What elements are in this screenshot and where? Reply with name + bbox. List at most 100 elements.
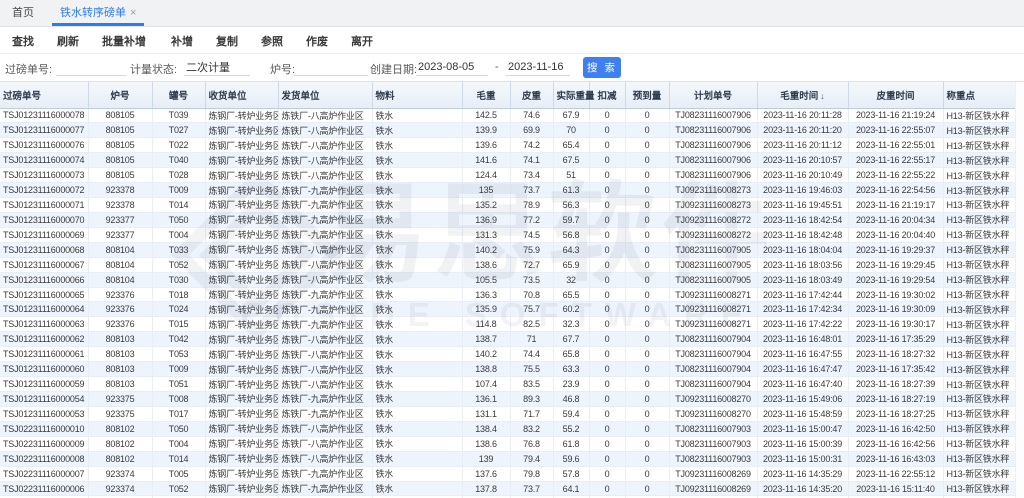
- table-row[interactable]: TSJ02231116000006923374T052炼钢厂-转炉业务区炼铁厂-…: [0, 481, 1016, 496]
- table-row[interactable]: TSJ01231116000054923375T008炼钢厂-转炉业务区炼铁厂-…: [0, 392, 1016, 407]
- table-cell: 铁水: [372, 272, 462, 287]
- table-row[interactable]: TSJ01231116000070923377T050炼钢厂-转炉业务区炼铁厂-…: [0, 212, 1016, 227]
- table-cell: 0: [589, 302, 625, 317]
- table-cell: 炼铁厂-九高炉作业区: [278, 466, 372, 481]
- column-header-8[interactable]: 实际重量: [553, 82, 589, 108]
- table-row[interactable]: TSJ01231116000062808103T042炼钢厂-转炉业务区炼铁厂-…: [0, 332, 1016, 347]
- table-row[interactable]: TSJ02231116000009808102T004炼钢厂-转炉业务区炼铁厂-…: [0, 436, 1016, 451]
- table-row[interactable]: TSJ02231116000010808102T050炼钢厂-转炉业务区炼铁厂-…: [0, 421, 1016, 436]
- table-row[interactable]: TSJ01231116000072923378T009炼钢厂-转炉业务区炼铁厂-…: [0, 183, 1016, 198]
- table-row[interactable]: TSJ01231116000076808105T022炼钢厂-转炉业务区炼铁厂-…: [0, 138, 1016, 153]
- table-cell: TJ08231116007904: [669, 362, 757, 377]
- table-cell: T042: [152, 332, 205, 347]
- table-cell: 56.8: [553, 227, 589, 242]
- table-cell: 0: [625, 406, 669, 421]
- table-row[interactable]: TSJ01231116000069923377T004炼钢厂-转炉业务区炼铁厂-…: [0, 227, 1016, 242]
- table-row[interactable]: TSJ01231116000061808103T053炼钢厂-转炉业务区炼铁厂-…: [0, 347, 1016, 362]
- table-row[interactable]: TSJ01231116000064923376T024炼钢厂-转炉业务区炼铁厂-…: [0, 302, 1016, 317]
- table-cell: 140.2: [462, 242, 510, 257]
- table-row[interactable]: TSJ01231116000074808105T040炼钢厂-转炉业务区炼铁厂-…: [0, 153, 1016, 168]
- table-row[interactable]: TSJ01231116000060808103T009炼钢厂-转炉业务区炼铁厂-…: [0, 362, 1016, 377]
- table-row[interactable]: TSJ01231116000073808105T028炼钢厂-转炉业务区炼铁厂-…: [0, 168, 1016, 183]
- table-cell: TJ09231116008272: [669, 212, 757, 227]
- table-row[interactable]: TSJ01231116000065923376T018炼钢厂-转炉业务区炼铁厂-…: [0, 287, 1016, 302]
- table-cell: 808103: [88, 377, 152, 392]
- table-cell: 74.4: [510, 347, 553, 362]
- table-cell: 0: [625, 123, 669, 138]
- column-header-11[interactable]: 计划单号: [669, 82, 757, 108]
- table-row[interactable]: TSJ01231116000067808104T052炼钢厂-转炉业务区炼铁厂-…: [0, 257, 1016, 272]
- table-row[interactable]: TSJ01231116000063923376T015炼钢厂-转炉业务区炼铁厂-…: [0, 317, 1016, 332]
- column-header-5[interactable]: 物料: [372, 82, 462, 108]
- table-row[interactable]: TSJ01231116000059808103T051炼钢厂-转炉业务区炼铁厂-…: [0, 377, 1016, 392]
- toolbar-button-add[interactable]: 补增: [167, 33, 197, 49]
- table-cell: H13-新区铁水秤: [943, 302, 1016, 317]
- column-header-3[interactable]: 收货单位: [205, 82, 278, 108]
- table-cell: 2023-11-16 16:42:50: [848, 421, 943, 436]
- table-cell: 炼铁厂-八高炉作业区: [278, 362, 372, 377]
- column-header-4[interactable]: 发货单位: [278, 82, 372, 108]
- search-button[interactable]: 搜 索: [583, 57, 621, 78]
- table-row[interactable]: TSJ01231116000066808104T030炼钢厂-转炉业务区炼铁厂-…: [0, 272, 1016, 287]
- tab-iron-transfer-weigh-list[interactable]: 铁水转序磅单×: [52, 0, 144, 26]
- toolbar-button-copy[interactable]: 复制: [212, 33, 242, 49]
- column-header-14[interactable]: 称重点: [943, 82, 1016, 108]
- date-from-input[interactable]: [416, 59, 488, 76]
- toolbar-button-reference[interactable]: 参照: [257, 33, 287, 49]
- table-cell: 2023-11-16 20:11:12: [757, 138, 848, 153]
- column-header-0[interactable]: 过磅单号: [0, 82, 88, 108]
- tab-close-icon[interactable]: ×: [130, 7, 136, 19]
- table-cell: 炼钢厂-转炉业务区: [205, 153, 278, 168]
- table-cell: 75.9: [510, 242, 553, 257]
- table-cell: 炼铁厂-八高炉作业区: [278, 347, 372, 362]
- table-row[interactable]: TSJ01231116000078808105T039炼钢厂-转炉业务区炼铁厂-…: [0, 108, 1016, 123]
- table-cell: 炼钢厂-转炉业务区: [205, 198, 278, 213]
- table-cell: TSJ01231116000078: [0, 108, 88, 123]
- date-to-input[interactable]: [506, 59, 570, 76]
- table-cell: 0: [589, 153, 625, 168]
- column-header-2[interactable]: 罐号: [152, 82, 205, 108]
- table-row[interactable]: TSJ02231116000007923374T005炼钢厂-转炉业务区炼铁厂-…: [0, 466, 1016, 481]
- table-cell: 60.2: [553, 302, 589, 317]
- table-cell: 114.8: [462, 317, 510, 332]
- column-header-6[interactable]: 毛重: [462, 82, 510, 108]
- column-header-1[interactable]: 炉号: [88, 82, 152, 108]
- toolbar-button-batch-add[interactable]: 批量补增: [98, 33, 150, 49]
- table-cell: 137.6: [462, 466, 510, 481]
- table-cell: TJ09231116008269: [669, 481, 757, 496]
- table-cell: 51: [553, 168, 589, 183]
- table-cell: 0: [589, 227, 625, 242]
- toolbar-button-void[interactable]: 作废: [302, 33, 332, 49]
- furnace-no-input[interactable]: [294, 59, 368, 76]
- toolbar-button-refresh[interactable]: 刷新: [53, 33, 83, 49]
- table-cell: 2023-11-16 16:47:47: [757, 362, 848, 377]
- table-cell: 炼铁厂-九高炉作业区: [278, 227, 372, 242]
- table-cell: 64.1: [553, 481, 589, 496]
- table-cell: TSJ01231116000059: [0, 377, 88, 392]
- table-cell: 炼钢厂-转炉业务区: [205, 183, 278, 198]
- column-header-7[interactable]: 皮重: [510, 82, 553, 108]
- table-row[interactable]: TSJ01231116000068808104T033炼钢厂-转炉业务区炼铁厂-…: [0, 242, 1016, 257]
- table-cell: 铁水: [372, 421, 462, 436]
- table-cell: H13-新区铁水秤: [943, 257, 1016, 272]
- tab-home[interactable]: 首页: [4, 0, 42, 26]
- weigh-order-no-input[interactable]: [56, 59, 126, 76]
- table-cell: 2023-11-16 19:30:02: [848, 287, 943, 302]
- table-cell: 炼钢厂-转炉业务区: [205, 287, 278, 302]
- table-cell: 炼钢厂-转炉业务区: [205, 406, 278, 421]
- table-cell: TSJ02231116000009: [0, 436, 88, 451]
- table-row[interactable]: TSJ01231116000077808105T027炼钢厂-转炉业务区炼铁厂-…: [0, 123, 1016, 138]
- column-header-13[interactable]: 皮重时间: [848, 82, 943, 108]
- table-cell: 2023-11-16 15:48:59: [757, 406, 848, 421]
- table-row[interactable]: TSJ02231116000008808102T014炼钢厂-转炉业务区炼铁厂-…: [0, 451, 1016, 466]
- table-cell: 铁水: [372, 302, 462, 317]
- toolbar-button-find[interactable]: 查找: [8, 33, 38, 49]
- column-header-12[interactable]: 毛重时间↓: [757, 82, 848, 108]
- column-header-10[interactable]: 预到量: [625, 82, 669, 108]
- table-row[interactable]: TSJ01231116000053923375T017炼钢厂-转炉业务区炼铁厂-…: [0, 406, 1016, 421]
- table-cell: 炼铁厂-九高炉作业区: [278, 302, 372, 317]
- measure-status-input[interactable]: [184, 59, 250, 76]
- table-row[interactable]: TSJ01231116000071923378T014炼钢厂-转炉业务区炼铁厂-…: [0, 198, 1016, 213]
- scrollbar-track[interactable]: [1015, 82, 1024, 498]
- toolbar-button-leave[interactable]: 离开: [347, 33, 377, 49]
